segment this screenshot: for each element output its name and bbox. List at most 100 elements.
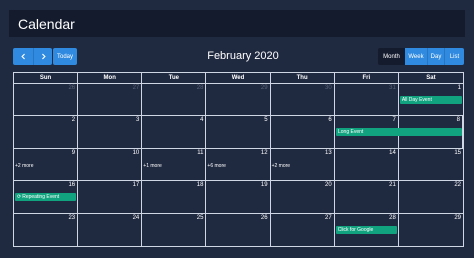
- event-google[interactable]: Click for Google: [335, 225, 397, 234]
- weekday-thu: Thu: [271, 73, 335, 83]
- day-number[interactable]: 6: [328, 117, 331, 123]
- day-number[interactable]: 19: [261, 182, 268, 188]
- day-number[interactable]: 7: [393, 117, 396, 123]
- event-long[interactable]: Long Event: [336, 128, 462, 137]
- day-number[interactable]: 8: [457, 117, 460, 123]
- day-cell[interactable]: 15: [399, 149, 463, 180]
- view-day-button[interactable]: Day: [427, 48, 444, 65]
- day-cell[interactable]: 27: [271, 213, 335, 246]
- day-cell[interactable]: 11 +1 more: [142, 148, 207, 181]
- weekday-mon: Mon: [78, 73, 143, 83]
- day-number[interactable]: 2: [72, 117, 75, 123]
- week-row: 26 27 28 29 30 31 1 All Day Event: [14, 84, 463, 117]
- day-cell[interactable]: 24: [78, 213, 143, 246]
- day-cell[interactable]: 19: [206, 181, 271, 213]
- day-cell[interactable]: 18: [142, 181, 207, 213]
- event-all-day[interactable]: All Day Event: [399, 96, 462, 104]
- more-events-link[interactable]: +2 more: [272, 163, 290, 169]
- day-cell[interactable]: 28: [142, 84, 207, 116]
- chevron-right-icon: [41, 53, 46, 60]
- app-header: Calendar: [9, 10, 465, 37]
- day-number[interactable]: 22: [454, 182, 461, 188]
- day-cell[interactable]: 30: [271, 84, 335, 116]
- day-cell[interactable]: 16 ⟳Repeating Event: [14, 181, 79, 213]
- day-number[interactable]: 12: [261, 150, 268, 156]
- more-events-link[interactable]: +6 more: [207, 163, 225, 169]
- calendar-toolbar: Today February 2020 Month Week Day List: [13, 48, 464, 65]
- day-number[interactable]: 9: [72, 150, 75, 156]
- day-number[interactable]: 29: [454, 215, 461, 221]
- today-button[interactable]: Today: [53, 48, 77, 65]
- day-number[interactable]: 24: [133, 215, 140, 221]
- day-cell[interactable]: 2: [14, 116, 79, 148]
- day-number[interactable]: 26: [68, 85, 75, 91]
- day-number[interactable]: 10: [133, 150, 140, 156]
- event-repeating[interactable]: ⟳Repeating Event: [15, 193, 77, 202]
- day-number[interactable]: 28: [389, 215, 396, 221]
- day-cell[interactable]: 23: [14, 213, 79, 246]
- day-cell[interactable]: 13 +2 more: [271, 148, 335, 181]
- next-month-button[interactable]: [33, 48, 52, 65]
- day-number[interactable]: 27: [325, 215, 332, 221]
- more-events-link[interactable]: +1 more: [143, 163, 161, 169]
- day-number[interactable]: 30: [325, 85, 332, 91]
- day-cell[interactable]: 22: [399, 181, 463, 212]
- day-cell[interactable]: 27: [78, 84, 143, 116]
- month-grid: Sun Mon Tue Wed Thu Fri Sat 26 27 28 29 …: [13, 72, 464, 247]
- weekday-sat: Sat: [426, 75, 436, 81]
- chevron-left-icon: [20, 53, 25, 60]
- day-number[interactable]: 5: [264, 117, 267, 123]
- weekday-wed: Wed: [206, 73, 271, 83]
- weekday-tue: Tue: [142, 73, 207, 83]
- weeks: 26 27 28 29 30 31 1 All Day Event 2 3 4 …: [14, 84, 463, 246]
- day-number[interactable]: 15: [454, 150, 461, 156]
- view-list-button[interactable]: List: [444, 48, 464, 65]
- day-cell[interactable]: 4: [142, 116, 207, 148]
- day-number[interactable]: 18: [197, 182, 204, 188]
- day-cell[interactable]: 3: [78, 116, 143, 148]
- day-number[interactable]: 26: [261, 215, 268, 221]
- day-cell[interactable]: 26: [206, 213, 271, 246]
- day-cell[interactable]: 20: [271, 181, 335, 213]
- view-week-button[interactable]: Week: [405, 48, 427, 65]
- day-cell[interactable]: 21: [335, 181, 399, 213]
- day-cell[interactable]: 10: [78, 148, 143, 181]
- day-number[interactable]: 20: [325, 182, 332, 188]
- prev-month-button[interactable]: [13, 48, 33, 65]
- day-cell[interactable]: 1 All Day Event: [399, 84, 463, 115]
- day-cell[interactable]: 5: [206, 116, 271, 148]
- day-cell[interactable]: 17: [78, 181, 143, 213]
- day-number[interactable]: 17: [133, 182, 140, 188]
- more-events-link[interactable]: +2 more: [15, 163, 33, 169]
- day-cell[interactable]: 31: [335, 84, 399, 116]
- weekday-fri: Fri: [335, 73, 399, 83]
- day-cell[interactable]: 6: [271, 116, 335, 148]
- day-number[interactable]: 3: [136, 117, 139, 123]
- day-cell[interactable]: 29: [399, 214, 463, 246]
- day-cell[interactable]: 29: [206, 84, 271, 116]
- day-cell[interactable]: 12 +6 more: [206, 148, 271, 181]
- view-month-button[interactable]: Month: [378, 48, 405, 65]
- week-row: 23 24 25 26 27 28 Click for Google 29: [14, 213, 463, 246]
- day-number[interactable]: 28: [197, 85, 204, 91]
- week-row: 9 +2 more 10 11 +1 more 12 +6 more 13 +2…: [14, 148, 463, 182]
- weekday-sun: Sun: [14, 73, 79, 83]
- day-number[interactable]: 1: [458, 85, 461, 91]
- day-cell[interactable]: 28 Click for Google: [335, 213, 399, 246]
- app-title: Calendar: [18, 15, 75, 32]
- day-number[interactable]: 16: [68, 182, 75, 188]
- day-number[interactable]: 29: [261, 85, 268, 91]
- day-number[interactable]: 31: [389, 85, 396, 91]
- day-number[interactable]: 23: [68, 215, 75, 221]
- day-number[interactable]: 4: [200, 117, 203, 123]
- day-number[interactable]: 21: [389, 182, 396, 188]
- day-number[interactable]: 14: [389, 150, 396, 156]
- day-cell[interactable]: 14: [335, 148, 399, 181]
- day-cell[interactable]: 25: [142, 213, 207, 246]
- day-number[interactable]: 25: [197, 215, 204, 221]
- day-number[interactable]: 27: [133, 85, 140, 91]
- day-number[interactable]: 11: [197, 150, 203, 156]
- day-cell[interactable]: 26: [14, 84, 79, 116]
- day-number[interactable]: 13: [325, 150, 332, 156]
- day-cell[interactable]: 9 +2 more: [14, 148, 79, 181]
